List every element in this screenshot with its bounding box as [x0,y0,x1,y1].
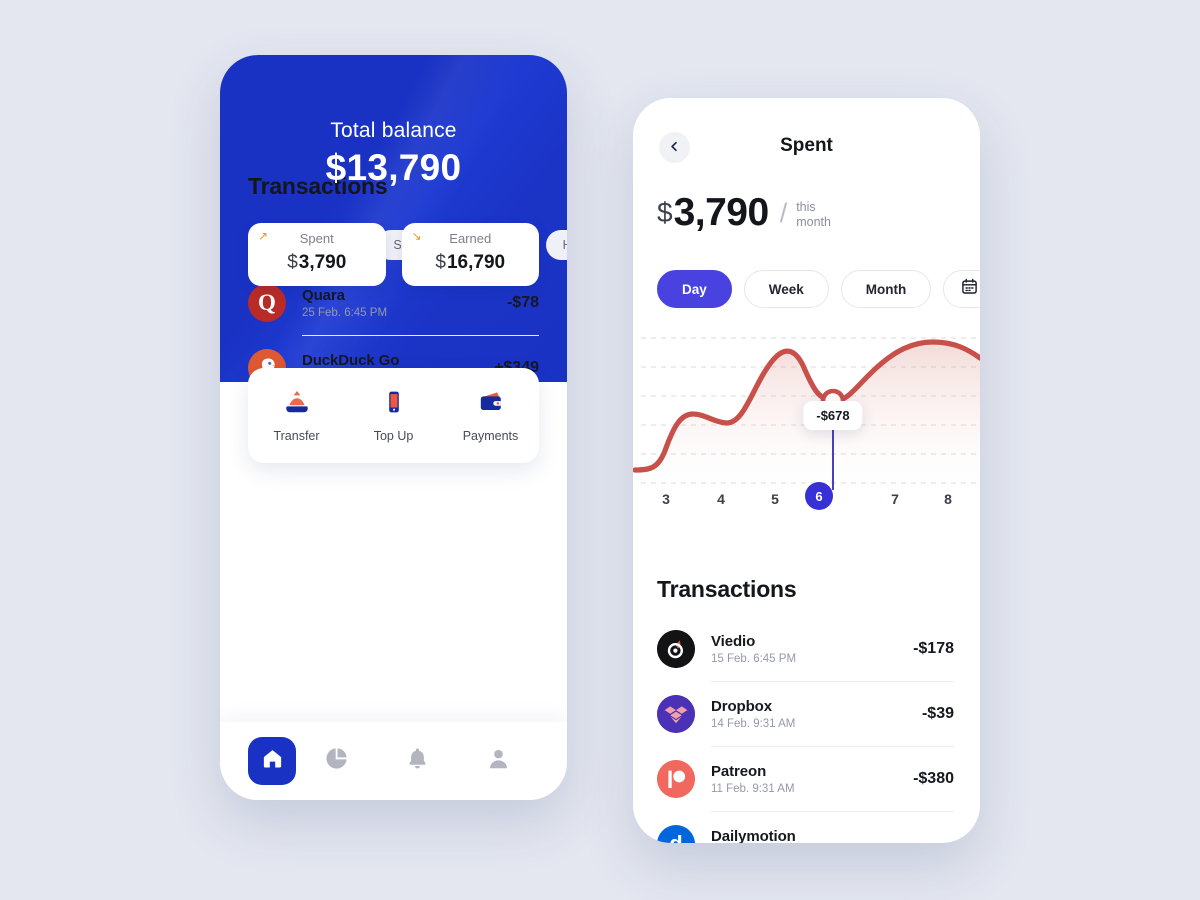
spent-total-amount: 3,790 [673,191,770,234]
axis-tick-4[interactable]: 4 [717,491,725,507]
period-button-month[interactable]: Month [840,270,932,308]
calendar-icon [961,278,978,300]
spent-number: 3,790 [298,252,347,273]
total-balance-label: Total balance [330,119,457,142]
page-title: Spent [780,135,833,156]
transaction-name: Quara [302,286,345,304]
action-transfer[interactable]: Transfer [248,368,345,463]
transaction-date: 15 Feb. 6:45 PM [711,652,797,665]
quick-actions-card: Transfer Top Up Payments [248,368,539,463]
table-row[interactable]: Patreon 11 Feb. 9:31 AM -$380 [657,746,954,811]
spent-period-label: this month [796,200,831,230]
action-topup-label: Top Up [373,428,414,443]
calendar-button[interactable] [943,270,980,308]
earned-stat-card[interactable]: ↘ Earned $16,790 [401,223,540,286]
table-row[interactable]: Viedio 15 Feb. 6:45 PM -$178 [657,616,954,681]
nav-item-notifications[interactable] [377,722,458,800]
period-selector: Day Week Month [657,270,980,308]
transaction-date: 25 Feb. 6:45 PM [302,306,388,319]
chart-tooltip: -$678 [803,401,863,430]
dailymotion-logo-icon: d [657,824,695,843]
action-payments-label: Payments [462,428,519,443]
earned-currency: $ [435,252,446,273]
axis-tick-7[interactable]: 7 [891,491,899,507]
spent-total-currency: $ [657,197,673,228]
period-line-1: this [796,199,816,214]
patreon-logo-icon [657,759,695,798]
home-icon [261,747,284,775]
chart-x-axis: 3 4 5 6 7 8 [633,482,980,526]
nav-item-home[interactable] [248,722,296,800]
transaction-name: Patreon [711,762,767,780]
bell-icon [405,746,430,776]
axis-tick-5[interactable]: 5 [771,491,779,507]
axis-tick-6-selected[interactable]: 6 [805,482,833,510]
bottom-navigation-bar [220,722,567,800]
axis-tick-8[interactable]: 8 [944,491,952,507]
transaction-date: 14 Feb. 9:31 AM [711,717,796,730]
person-icon [486,746,511,776]
wallet-icon [478,389,504,420]
nav-item-profile[interactable] [458,722,539,800]
action-payments[interactable]: Payments [442,368,539,463]
period-button-week[interactable]: Week [743,270,829,308]
earned-number: 16,790 [446,252,506,273]
total-balance-amount: $13,790 [325,147,462,188]
viedio-logo-icon [657,629,695,668]
transaction-name: DuckDuck Go [302,351,400,369]
spent-transaction-list: Viedio 15 Feb. 6:45 PM -$178 Dropbox 14 … [657,616,954,843]
nav-item-statistics[interactable] [296,722,377,800]
stat-cards: ↗ Spent $3,790 ↘ Earned $16,790 [248,223,539,286]
spent-stat-label: Spent [299,231,334,246]
transaction-amount: -$78 [506,293,539,311]
transaction-amount: -$178 [913,639,954,657]
transaction-amount: -$39 [921,704,954,722]
dropbox-logo-icon [657,694,695,733]
quora-logo-icon: Q [248,283,286,322]
transaction-name: Dailymotion [711,827,796,844]
spent-transactions-title: Transactions [657,576,797,602]
spent-separator: / [779,197,788,228]
transfer-icon [284,389,310,420]
mobile-phone-icon [381,389,407,420]
action-topup[interactable]: Top Up [345,368,442,463]
axis-tick-3[interactable]: 3 [662,491,670,507]
spent-stat-value: $3,790 [248,252,386,274]
transaction-date: 11 Feb. 9:31 AM [711,782,795,795]
spent-stat-card[interactable]: ↗ Spent $3,790 [248,223,386,286]
phone-home-screen: Total balance $13,790 ↗ Spent $3,790 ↘ E… [220,55,567,800]
table-row[interactable]: Dropbox 14 Feb. 9:31 AM -$39 [657,681,954,746]
transaction-name: Viedio [711,632,756,650]
period-line-2: month [796,214,831,229]
filter-chip-health[interactable]: He [545,230,567,260]
spent-header: Spent [633,132,980,166]
earned-stat-label: Earned [449,231,492,246]
period-button-day[interactable]: Day [657,270,732,308]
earned-stat-value: $16,790 [402,252,540,274]
transaction-name: Dropbox [711,697,772,715]
transaction-amount: -$380 [913,769,954,787]
spent-currency: $ [287,252,298,273]
spent-total: $ 3,790 / this month [657,191,831,235]
tooltip-stem [832,430,834,490]
phone-spent-screen: Spent $ 3,790 / this month Day Week Mont… [633,98,980,843]
pie-chart-icon [324,746,349,776]
table-row[interactable]: d Dailymotion 21 Feb. 9:31 AM [657,811,954,843]
action-transfer-label: Transfer [273,428,320,443]
